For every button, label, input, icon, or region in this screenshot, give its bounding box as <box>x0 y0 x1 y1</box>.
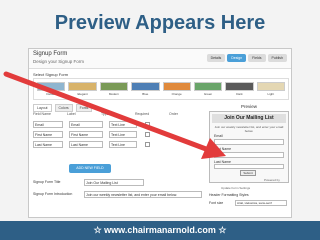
preview-first-name-input[interactable] <box>214 152 284 158</box>
swatch-preview <box>193 82 223 91</box>
swatch-preview <box>225 82 254 91</box>
required-checkbox[interactable] <box>145 141 150 147</box>
styles-title: Select Signup Form <box>33 72 69 77</box>
preview-description: Join our weekly newsletter list, and ent… <box>214 125 284 133</box>
styles-heading: Header Formatting Styles <box>209 193 249 197</box>
style-swatch[interactable]: Dark <box>225 82 254 96</box>
style-swatch[interactable]: Default <box>37 82 66 96</box>
preview-panel: Join Our Mailing List Join our weekly ne… <box>209 111 289 183</box>
swatch-caption: Blue <box>142 92 149 96</box>
swatch-caption: Light <box>267 92 275 96</box>
field-label-input[interactable]: Email <box>69 120 103 128</box>
step-fields[interactable]: Fields <box>248 54 266 62</box>
form-intro-input[interactable]: Join our weekly newsletter list, and ent… <box>84 191 202 198</box>
app-header: Signup Form Design your Signup Form Deta… <box>29 49 291 69</box>
field-type-select[interactable]: Text Line <box>109 140 137 148</box>
design-tabs: Layout Colors Fonts <box>33 104 93 112</box>
style-swatch[interactable]: Elegant <box>68 82 97 96</box>
column-header: Required <box>135 112 150 116</box>
swatch-preview <box>131 82 160 91</box>
preview-first-name-label: First Name <box>214 147 232 151</box>
style-swatch[interactable]: Modern <box>99 82 129 96</box>
font-family-select[interactable]: Arial, Helvetica, sans-serif <box>235 200 287 206</box>
step-publish[interactable]: Publish <box>267 54 287 62</box>
preview-header: Preview <box>240 104 257 109</box>
tab-colors[interactable]: Colors <box>54 104 73 112</box>
preview-form-title: Join Our Mailing List <box>212 114 286 123</box>
column-header: Label <box>67 112 76 116</box>
field-label-input[interactable]: First Name <box>69 130 103 138</box>
screenshot-frame: Signup Form Design your Signup Form Deta… <box>28 48 292 218</box>
field-name-select[interactable]: Last Name <box>33 140 63 148</box>
preview-last-name-input[interactable] <box>214 164 284 169</box>
column-header: Order <box>169 112 178 116</box>
swatch-caption: Dark <box>236 92 243 96</box>
swatch-caption: Elegant <box>77 92 88 96</box>
style-swatches: Default Elegant Modern Blue Orange Green… <box>33 78 289 100</box>
app-title: Signup Form <box>33 51 68 57</box>
app-subtitle: Design your Signup Form <box>33 59 85 64</box>
field-label-input[interactable]: Last Name <box>69 140 103 148</box>
style-swatch[interactable]: Blue <box>131 82 160 96</box>
slide-title: Preview Appears Here <box>54 12 266 34</box>
swatch-caption: Modern <box>108 92 120 96</box>
wizard-steps: Details Design Fields Publish <box>206 54 287 62</box>
swatch-preview <box>68 82 97 91</box>
add-field-button[interactable]: ADD NEW FIELD <box>69 164 111 173</box>
required-checkbox[interactable] <box>145 131 150 137</box>
swatch-caption: Default <box>46 92 56 96</box>
style-swatch[interactable]: Light <box>256 82 285 96</box>
preview-email-input[interactable] <box>214 139 284 145</box>
style-swatch[interactable]: Green <box>193 82 223 96</box>
tab-fonts[interactable]: Fonts <box>75 104 93 112</box>
field-name-select[interactable]: First Name <box>33 130 63 138</box>
column-header: Type <box>101 112 109 116</box>
preview-submit-button[interactable]: Submit <box>240 170 256 176</box>
swatch-preview <box>37 82 66 91</box>
form-intro-label: Signup Form Introduction <box>33 192 73 196</box>
swatch-caption: Orange <box>171 92 182 96</box>
field-name-select[interactable]: Email <box>33 120 63 128</box>
table-row: Email Email Text Line <box>33 120 203 128</box>
swatch-caption: Green <box>203 92 213 96</box>
preview-email-label: Email <box>214 134 223 138</box>
swatch-preview <box>256 82 285 91</box>
required-checkbox[interactable] <box>145 121 150 127</box>
fields-table-header: Field Name Label Type Required Order <box>33 112 203 116</box>
form-title-input[interactable]: Join Our Mailing List <box>84 179 144 186</box>
style-swatch[interactable]: Orange <box>162 82 191 96</box>
table-row: Last Name Last Name Text Line <box>33 140 203 148</box>
step-details[interactable]: Details <box>206 54 226 62</box>
table-row: First Name First Name Text Line <box>33 130 203 138</box>
preview-footnote: Powered by <box>264 178 280 182</box>
update-settings-link[interactable]: Update Form Settings <box>221 186 250 190</box>
field-type-select[interactable]: Text Line <box>109 130 137 138</box>
tab-layout[interactable]: Layout <box>33 104 52 112</box>
column-header: Field Name <box>33 112 51 116</box>
form-title-label: Signup Form Title <box>33 180 61 184</box>
step-design[interactable]: Design <box>227 54 247 62</box>
swatch-preview <box>99 82 129 91</box>
swatch-preview <box>162 82 191 91</box>
footer-banner: ☆ www.chairmanarnold.com ☆ <box>0 221 320 240</box>
font-size-label: Font size <box>209 201 224 205</box>
field-type-select[interactable]: Text Line <box>109 120 137 128</box>
